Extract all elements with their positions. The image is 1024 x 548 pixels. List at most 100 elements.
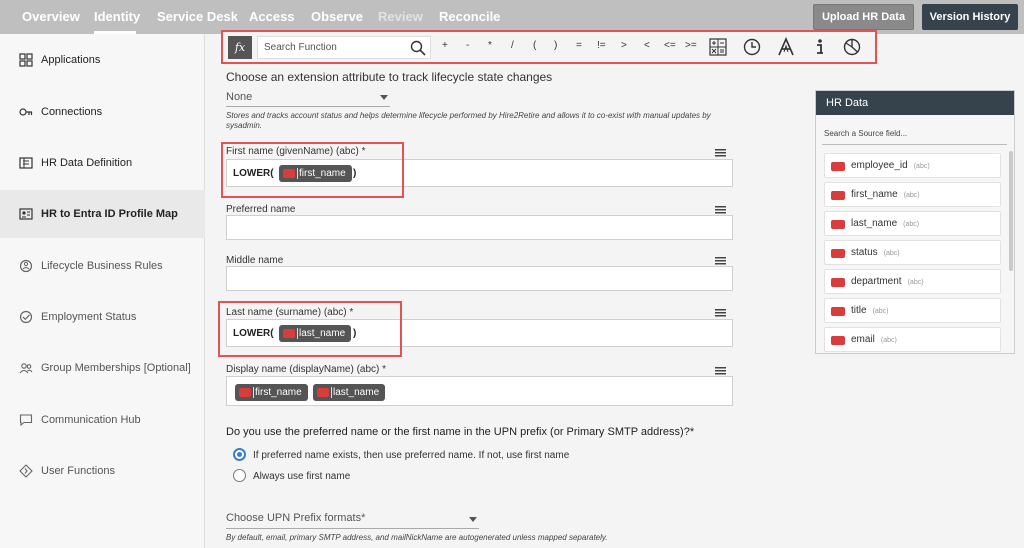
last-name-chip[interactable]: last_name (313, 384, 386, 401)
info-icon[interactable] (810, 37, 830, 57)
chevron-down-icon (380, 95, 388, 100)
sidebar-item-label: Group Memberships [Optional] (41, 362, 191, 374)
sidebar-item-lifecycle-rules[interactable]: Lifecycle Business Rules (0, 242, 205, 290)
adp-logo-icon (831, 307, 845, 316)
version-history-button[interactable]: Version History (922, 4, 1018, 30)
upload-hr-data-button[interactable]: Upload HR Data (813, 4, 914, 30)
adp-logo-icon (317, 388, 329, 397)
highlight-box-last-name (218, 301, 402, 357)
adp-logo-icon (831, 249, 845, 258)
radio-preferred-name[interactable] (233, 448, 246, 461)
operator-close-paren[interactable]: ) (554, 40, 557, 51)
display-name-label: Display name (displayName) (abc) * (226, 364, 387, 375)
list-icon[interactable] (715, 367, 726, 375)
tab-overview[interactable]: Overview (22, 9, 80, 24)
chart-settings-icon[interactable] (842, 37, 862, 57)
tab-service-desk[interactable]: Service Desk (157, 9, 238, 24)
upn-prefix-placeholder: Choose UPN Prefix formats* (226, 512, 366, 524)
extension-attribute-title: Choose an extension attribute to track l… (226, 70, 553, 84)
hr-panel-scrollbar[interactable] (1009, 151, 1013, 271)
adp-logo-icon (831, 191, 845, 200)
hr-field-last-name[interactable]: last_name (abc) (824, 211, 1001, 236)
hr-field-department[interactable]: department (abc) (824, 269, 1001, 294)
sidebar-item-user-functions[interactable]: User Functions (0, 447, 205, 495)
sidebar-item-label: HR to Entra ID Profile Map (41, 208, 178, 220)
radio-first-name[interactable] (233, 469, 246, 482)
plug-icon (19, 108, 33, 116)
upn-question: Do you use the preferred name or the fir… (226, 426, 695, 438)
operator-less-equal[interactable]: <= (664, 40, 676, 51)
operator-not-equals[interactable]: != (597, 40, 606, 51)
display-name-field[interactable]: first_name last_name (226, 376, 733, 406)
hr-field-title[interactable]: title (abc) (824, 298, 1001, 323)
calculator-icon[interactable] (708, 37, 728, 57)
sidebar-item-label: Communication Hub (41, 414, 141, 426)
sidebar-item-group-memberships[interactable]: Group Memberships [Optional] (0, 344, 205, 392)
search-function-placeholder: Search Function (264, 42, 337, 53)
extension-attribute-dropdown[interactable]: None (226, 89, 390, 107)
fx-icon[interactable]: fx (228, 36, 252, 59)
extension-attribute-value: None (226, 91, 253, 103)
upn-prefix-format-dropdown[interactable]: Choose UPN Prefix formats* (226, 512, 479, 529)
sidebar-item-communication-hub[interactable]: Communication Hub (0, 396, 205, 444)
tab-identity[interactable]: Identity (94, 9, 140, 24)
list-icon[interactable] (715, 149, 726, 157)
upn-help-text: By default, email, primary SMTP address,… (226, 533, 608, 542)
sidebar-item-profile-map[interactable]: HR to Entra ID Profile Map (0, 190, 205, 238)
sidebar-item-label: Employment Status (41, 311, 137, 323)
adp-logo-icon (239, 388, 251, 397)
operator-less[interactable]: < (644, 40, 650, 51)
operator-open-paren[interactable]: ( (533, 40, 536, 51)
operator-divide[interactable]: / (511, 40, 514, 51)
sidebar-item-label: HR Data Definition (41, 157, 133, 169)
operator-minus[interactable]: - (466, 40, 469, 51)
tab-reconcile[interactable]: Reconcile (439, 9, 500, 24)
search-function-input[interactable]: Search Function (257, 36, 431, 59)
hr-data-panel: HR Data Search a Source field... employe… (815, 90, 1015, 354)
operator-multiply[interactable]: * (488, 40, 492, 51)
preferred-name-label: Preferred name (226, 204, 296, 215)
tab-review[interactable]: Review (378, 9, 423, 24)
chevron-down-icon (469, 517, 477, 522)
hr-field-first-name[interactable]: first_name (abc) (824, 182, 1001, 207)
sidebar-item-hr-data-definition[interactable]: HR Data Definition (0, 139, 205, 187)
check-circle-icon (19, 310, 33, 324)
middle-name-field[interactable] (226, 266, 733, 291)
sidebar-item-employment-status[interactable]: Employment Status (0, 293, 205, 341)
sidebar-item-connections[interactable]: Connections (0, 88, 205, 136)
adp-logo-icon (831, 278, 845, 287)
radio-preferred-name-label: If preferred name exists, then use prefe… (253, 450, 570, 461)
operator-plus[interactable]: + (442, 40, 448, 51)
highlight-box-first-name (221, 142, 404, 198)
operator-greater[interactable]: > (621, 40, 627, 51)
list-icon[interactable] (715, 257, 726, 265)
id-card-icon (19, 157, 33, 169)
sidebar: Applications Connections HR Data Definit… (0, 34, 205, 548)
radio-first-name-label: Always use first name (253, 471, 351, 482)
search-icon[interactable] (410, 40, 426, 56)
text-format-icon[interactable] (776, 37, 796, 57)
hr-field-email[interactable]: email (abc) (824, 327, 1001, 352)
lifecycle-icon (19, 259, 33, 273)
hr-field-employee-id[interactable]: employee_id (abc) (824, 153, 1001, 178)
tab-observe[interactable]: Observe (311, 9, 363, 24)
group-icon (19, 363, 33, 374)
clock-icon[interactable] (742, 37, 762, 57)
adp-logo-icon (831, 220, 845, 229)
operator-greater-equal[interactable]: >= (685, 40, 697, 51)
first-name-chip[interactable]: first_name (235, 384, 308, 401)
adp-logo-icon (831, 162, 845, 171)
list-icon[interactable] (715, 309, 726, 317)
extension-attribute-help: Stores and tracks account status and hel… (226, 111, 711, 130)
source-field-search[interactable]: Search a Source field... (822, 123, 1007, 145)
sidebar-item-applications[interactable]: Applications (0, 36, 205, 84)
sidebar-item-label: Lifecycle Business Rules (41, 260, 163, 272)
sidebar-item-label: User Functions (41, 465, 115, 477)
preferred-name-field[interactable] (226, 215, 733, 240)
hr-data-title: HR Data (816, 91, 1014, 115)
top-nav: Overview Identity Service Desk Access Ob… (0, 0, 1024, 34)
list-icon[interactable] (715, 206, 726, 214)
tab-access[interactable]: Access (249, 9, 295, 24)
operator-equals[interactable]: = (576, 40, 582, 51)
hr-field-status[interactable]: status (abc) (824, 240, 1001, 265)
